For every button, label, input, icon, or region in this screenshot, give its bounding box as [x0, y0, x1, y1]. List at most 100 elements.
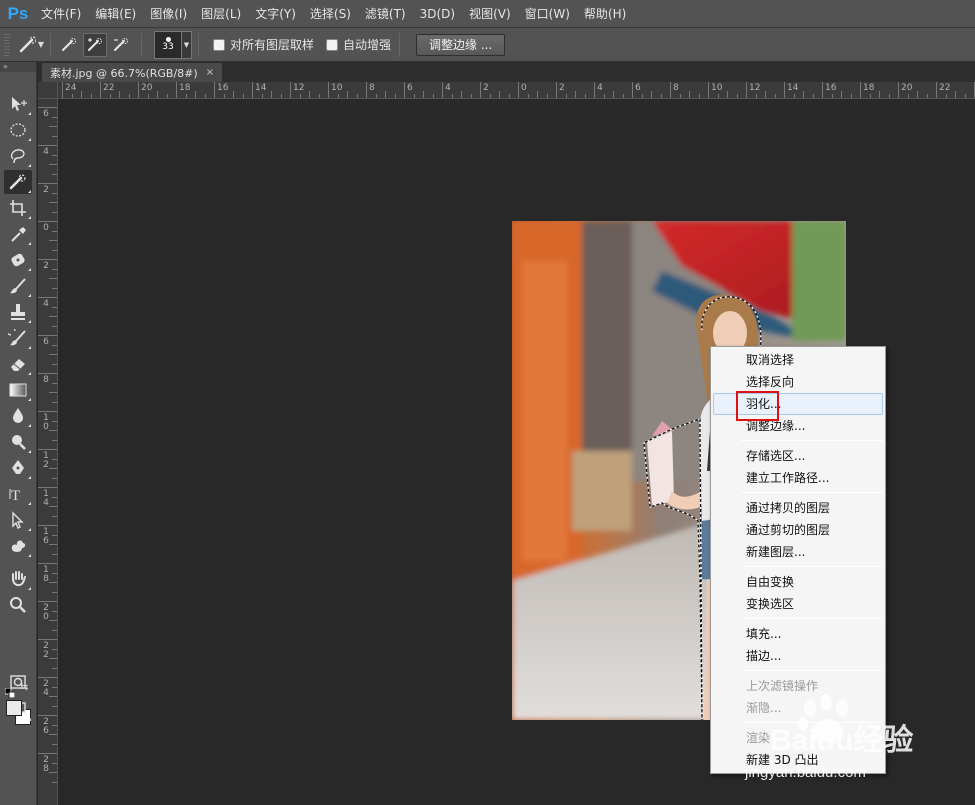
ruler-tick	[38, 373, 57, 374]
vertical-ruler[interactable]: 6 4 2 0 2 4 6 8 1 0 1 2 1 4 1 6 1 8 2 0 2 2 2 4 2 6 2 8	[38, 99, 58, 805]
ruler-minor-tick	[727, 91, 728, 98]
menu-3d[interactable]: 3D(D)	[415, 0, 460, 28]
ruler-tick	[632, 82, 633, 98]
ruler-tick	[38, 715, 57, 716]
menu-separator	[741, 670, 883, 671]
menu-bar: Ps 文件(F) 编辑(E) 图像(I) 图层(L) 文字(Y) 选择(S) 滤…	[0, 0, 975, 28]
ruler-label: 12	[293, 83, 305, 93]
zoom-tool[interactable]	[4, 593, 32, 617]
ruler-label: 6	[43, 337, 49, 347]
brush-size-picker[interactable]: 33	[154, 30, 182, 59]
eyedropper-tool[interactable]	[4, 222, 32, 246]
menu-item-new-layer[interactable]: 新建图层...	[713, 541, 883, 563]
menu-window[interactable]: 窗口(W)	[520, 0, 575, 28]
ruler-minor-tick	[49, 582, 57, 583]
ruler-minor-tick	[49, 354, 57, 355]
custom-shape-icon	[11, 540, 26, 552]
eraser-tool[interactable]	[4, 352, 32, 376]
gradient-tool[interactable]	[4, 378, 32, 402]
ruler-minor-tick	[613, 91, 614, 98]
menu-item-save-selection[interactable]: 存储选区...	[713, 445, 883, 467]
hand-tool[interactable]	[4, 567, 32, 591]
menu-item-stroke[interactable]: 描边...	[713, 645, 883, 667]
ruler-label: 16	[825, 83, 837, 93]
path-selection-tool[interactable]	[4, 508, 32, 532]
ruler-minor-tick	[195, 91, 196, 98]
ruler-minor-tick	[49, 658, 57, 659]
ruler-tick	[898, 82, 899, 98]
clone-stamp-icon	[11, 304, 25, 320]
lasso-tool[interactable]	[4, 144, 32, 168]
document-tab[interactable]: 素材.jpg @ 66.7%(RGB/8#) ×	[42, 63, 223, 82]
ruler-minor-tick	[49, 430, 57, 431]
menu-image[interactable]: 图像(I)	[145, 0, 192, 28]
crop-tool[interactable]	[4, 196, 32, 220]
menu-item-free-transform[interactable]: 自由变换	[713, 571, 883, 593]
divider	[141, 32, 142, 57]
ruler-tick	[100, 82, 101, 98]
foreground-color-swatch[interactable]	[6, 700, 22, 716]
new-selection-button[interactable]	[57, 33, 81, 57]
menu-filter[interactable]: 滤镜(T)	[360, 0, 411, 28]
subtract-from-selection-button[interactable]	[109, 33, 133, 57]
quick-mask-button[interactable]	[4, 670, 32, 694]
ruler-label: 2	[43, 261, 49, 271]
menu-item-deselect[interactable]: 取消选择	[713, 349, 883, 371]
divider	[399, 32, 401, 57]
ruler-minor-tick	[879, 91, 880, 98]
menu-view[interactable]: 视图(V)	[464, 0, 516, 28]
blur-tool[interactable]	[4, 404, 32, 428]
brush-picker-dropdown[interactable]: ▼	[182, 30, 192, 59]
ruler-label: 14	[255, 83, 267, 93]
type-tool[interactable]: T	[4, 482, 32, 506]
add-to-selection-button[interactable]	[83, 32, 107, 57]
sample-all-layers-checkbox[interactable]	[213, 38, 225, 51]
horizontal-ruler[interactable]: 2422201816141210864202468101214161820222…	[58, 82, 975, 99]
menu-item-select-inverse[interactable]: 选择反向	[713, 371, 883, 393]
panel-collapse-icon[interactable]: »	[0, 62, 36, 72]
move-icon	[12, 97, 27, 111]
type-icon: T	[9, 488, 20, 503]
menu-layer[interactable]: 图层(L)	[196, 0, 246, 28]
auto-enhance-checkbox[interactable]	[326, 38, 339, 51]
menu-edit[interactable]: 编辑(E)	[90, 0, 141, 28]
ruler-label: 4	[597, 83, 603, 93]
pen-tool[interactable]	[4, 456, 32, 480]
history-brush-tool[interactable]	[4, 326, 32, 350]
menu-item-layer-via-copy[interactable]: 通过拷贝的图层	[713, 497, 883, 519]
menu-file[interactable]: 文件(F)	[36, 0, 86, 28]
ruler-tick	[38, 335, 57, 336]
refine-edge-button[interactable]: 调整边缘 ...	[416, 33, 506, 56]
custom-shape-tool[interactable]	[4, 534, 32, 558]
ruler-tick	[708, 82, 709, 98]
ruler-origin[interactable]	[38, 82, 58, 99]
brush-tool[interactable]	[4, 274, 32, 298]
menu-item-fill[interactable]: 填充...	[713, 623, 883, 645]
ruler-label: 4	[43, 299, 49, 309]
menu-item-transform-selection[interactable]: 变换选区	[713, 593, 883, 615]
quick-selection-tool[interactable]	[4, 170, 32, 194]
ruler-tick	[38, 677, 57, 678]
dodge-tool[interactable]	[4, 430, 32, 454]
ruler-label: 24	[65, 83, 77, 93]
ruler-tick	[556, 82, 557, 98]
tool-preset-picker[interactable]: ▼	[18, 33, 44, 57]
clone-stamp-tool[interactable]	[4, 300, 32, 324]
menu-help[interactable]: 帮助(H)	[579, 0, 631, 28]
menu-item-layer-via-cut[interactable]: 通过剪切的图层	[713, 519, 883, 541]
ruler-tick	[936, 82, 937, 98]
ruler-label: 6	[635, 83, 641, 93]
close-icon[interactable]: ×	[206, 67, 214, 78]
menu-select[interactable]: 选择(S)	[305, 0, 356, 28]
ruler-tick	[176, 82, 177, 98]
ruler-label: 1 2	[43, 451, 49, 470]
menu-type[interactable]: 文字(Y)	[250, 0, 301, 28]
options-grip[interactable]	[4, 33, 10, 56]
ps-logo: Ps	[7, 3, 29, 23]
spot-healing-tool[interactable]	[4, 248, 32, 272]
marquee-tool[interactable]	[4, 118, 32, 142]
ruler-label: 2	[43, 185, 49, 195]
move-tool[interactable]	[4, 92, 32, 116]
ruler-minor-tick	[765, 91, 766, 98]
menu-item-make-work-path[interactable]: 建立工作路径...	[713, 467, 883, 489]
